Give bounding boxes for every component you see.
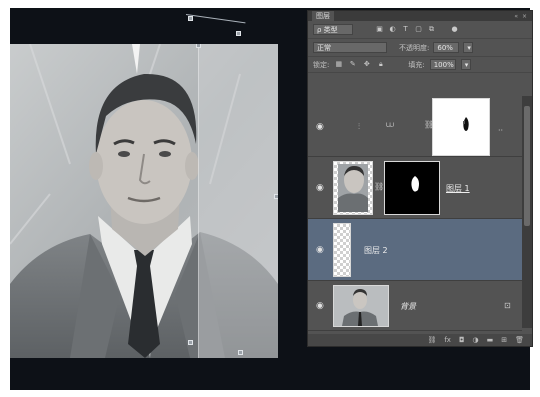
shape-filter-icon[interactable]: ▢ (414, 25, 423, 34)
mask-icon[interactable]: ◘ (459, 336, 465, 344)
layers-scrollbar[interactable] (522, 96, 532, 328)
more-icon: ·· (498, 126, 504, 135)
adjustment-icon[interactable]: ◑ (473, 336, 479, 344)
mask-link-icon[interactable]: ⛓ (374, 182, 384, 191)
layer-filter-row: ρ 类型 ▣ ◐ T ▢ ⧉ ● (308, 21, 532, 39)
transform-handle[interactable] (188, 340, 193, 345)
lock-paint-icon[interactable]: ✎ (348, 60, 357, 69)
collapse-icon[interactable]: « × (514, 13, 528, 20)
blend-mode-row: 正常 不透明度: 60% ▾ (308, 39, 532, 57)
fill-dropdown-icon[interactable]: ▾ (460, 59, 471, 70)
filter-toggle-icon[interactable]: ● (450, 25, 459, 34)
layer-row-layer-2[interactable]: ◉ 图层 2 (308, 219, 522, 281)
layer-name[interactable]: 图层 2 (364, 245, 388, 256)
opacity-input[interactable]: 60% (433, 42, 460, 53)
layer-name[interactable]: 背景 (400, 301, 416, 312)
visibility-eye-icon[interactable]: ◉ (316, 245, 324, 255)
lock-all-icon[interactable]: 🔒︎ (376, 60, 385, 69)
opacity-label: 不透明度: (399, 43, 430, 52)
adjust-filter-icon[interactable]: ◐ (388, 25, 397, 34)
layer-row-adjustment[interactable]: ◉ ⫶ ⩊ ⛓ ·· (308, 96, 522, 157)
filter-kind-select[interactable]: ρ 类型 (313, 24, 353, 35)
lock-icon: ⊡ (504, 301, 511, 310)
group-icon[interactable]: ▬ (487, 336, 494, 344)
image-filter-icon[interactable]: ▣ (375, 25, 384, 34)
new-layer-icon[interactable]: ⊞ (501, 336, 507, 344)
panel-titlebar: 图层 « × (308, 11, 532, 21)
smart-filter-icon[interactable]: ⧉ (427, 25, 436, 34)
layer-2-overlay[interactable] (198, 44, 278, 358)
fill-input[interactable]: 100% (429, 59, 456, 70)
layers-bottom-toolbar: ⛓ fx ◘ ◑ ▬ ⊞ 🗑︎ (308, 334, 532, 346)
adjustment-icon: ⫶ (358, 122, 360, 131)
opacity-dropdown-icon[interactable]: ▾ (463, 42, 474, 53)
delete-icon[interactable]: 🗑︎ (515, 336, 524, 344)
transform-handle[interactable] (274, 194, 278, 199)
transform-handle[interactable] (238, 350, 243, 355)
layer-mask-thumbnail[interactable] (432, 98, 490, 156)
layers-tab[interactable]: 图层 (312, 11, 334, 21)
fill-label: 填充: (408, 60, 425, 69)
lock-move-icon[interactable]: ✥ (362, 60, 371, 69)
blend-mode-select[interactable]: 正常 (313, 42, 387, 53)
scrollbar-thumb[interactable] (524, 106, 530, 226)
layer-1-mask-thumbnail[interactable] (384, 161, 440, 215)
photo-canvas[interactable] (10, 44, 278, 358)
visibility-eye-icon[interactable]: ◉ (316, 301, 324, 311)
visibility-eye-icon[interactable]: ◉ (316, 183, 324, 193)
levels-icon: ⩊ (386, 120, 395, 129)
lock-label: 锁定: (313, 60, 330, 69)
layer-row-layer-1[interactable]: ◉ ⛓ 图层 1 (308, 157, 522, 219)
layer-name[interactable]: 图层 1 (446, 183, 470, 194)
lock-row: 锁定: ▦ ✎ ✥ 🔒︎ 填充: 100% ▾ (308, 57, 532, 73)
lock-transparency-icon[interactable]: ▦ (334, 60, 343, 69)
transform-handle[interactable] (196, 44, 201, 48)
visibility-eye-icon[interactable]: ◉ (316, 122, 324, 132)
transform-handle[interactable] (236, 31, 241, 36)
transform-handle[interactable] (188, 16, 193, 21)
background-thumbnail[interactable] (333, 285, 389, 327)
layer-2-thumbnail[interactable] (333, 223, 351, 277)
layer-1-thumbnail[interactable] (333, 161, 373, 215)
type-filter-icon[interactable]: T (401, 25, 410, 34)
layers-panel: 图层 « × ρ 类型 ▣ ◐ T ▢ ⧉ ● 正常 不透明度: 60% ▾ 锁… (307, 10, 533, 347)
fx-icon[interactable]: fx (444, 336, 451, 344)
layer-row-background[interactable]: ◉ 背景 ⊡ (308, 281, 522, 331)
link-layers-icon[interactable]: ⛓ (427, 336, 436, 344)
